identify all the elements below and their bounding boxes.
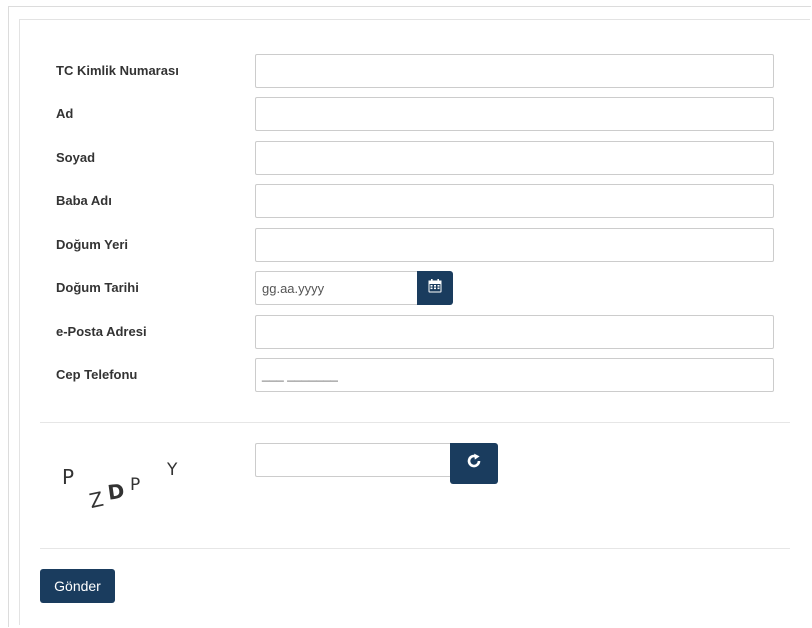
refresh-icon [466,453,482,474]
captcha-char: Z [87,487,105,513]
form-row-baba-adi: Baba Adı [0,184,812,218]
baba-adi-input[interactable] [255,184,774,218]
dogum-yeri-input[interactable] [255,228,774,262]
captcha-image: P Z D P Y [62,460,178,513]
dogum-yeri-label: Doğum Yeri [56,237,129,252]
soyad-input[interactable] [255,141,774,175]
form-row-eposta: e-Posta Adresi [0,315,812,349]
tc-label: TC Kimlik Numarası [56,63,179,78]
section-divider-bottom [40,548,790,549]
baba-adi-label: Baba Adı [56,193,112,208]
form-row-tc: TC Kimlik Numarası [0,54,812,88]
captcha-input[interactable] [255,443,450,477]
section-divider [40,422,790,423]
calendar-button[interactable] [417,271,453,305]
eposta-input[interactable] [255,315,774,349]
eposta-label: e-Posta Adresi [56,324,147,339]
submit-button[interactable]: Gönder [40,569,115,603]
dogum-tarihi-input[interactable] [255,271,417,305]
captcha-refresh-button[interactable] [450,443,498,484]
form-row-ad: Ad [0,97,812,131]
ad-label: Ad [56,106,74,121]
form-row-soyad: Soyad [0,141,812,175]
captcha-char: P [130,475,140,495]
cep-telefonu-label: Cep Telefonu [56,367,138,382]
tc-input[interactable] [255,54,774,88]
form-row-dogum-tarihi: Doğum Tarihi [0,271,812,305]
captcha-char: D [106,479,126,505]
calendar-icon [428,278,442,298]
dogum-tarihi-label: Doğum Tarihi [56,280,139,295]
soyad-label: Soyad [56,150,96,165]
captcha-char: Y [166,460,178,480]
cep-telefonu-input[interactable] [255,358,774,392]
captcha-char: P [62,465,74,489]
form-row-dogum-yeri: Doğum Yeri [0,228,812,262]
form-row-cep-telefonu: Cep Telefonu ___ _______ [0,358,812,392]
ad-input[interactable] [255,97,774,131]
